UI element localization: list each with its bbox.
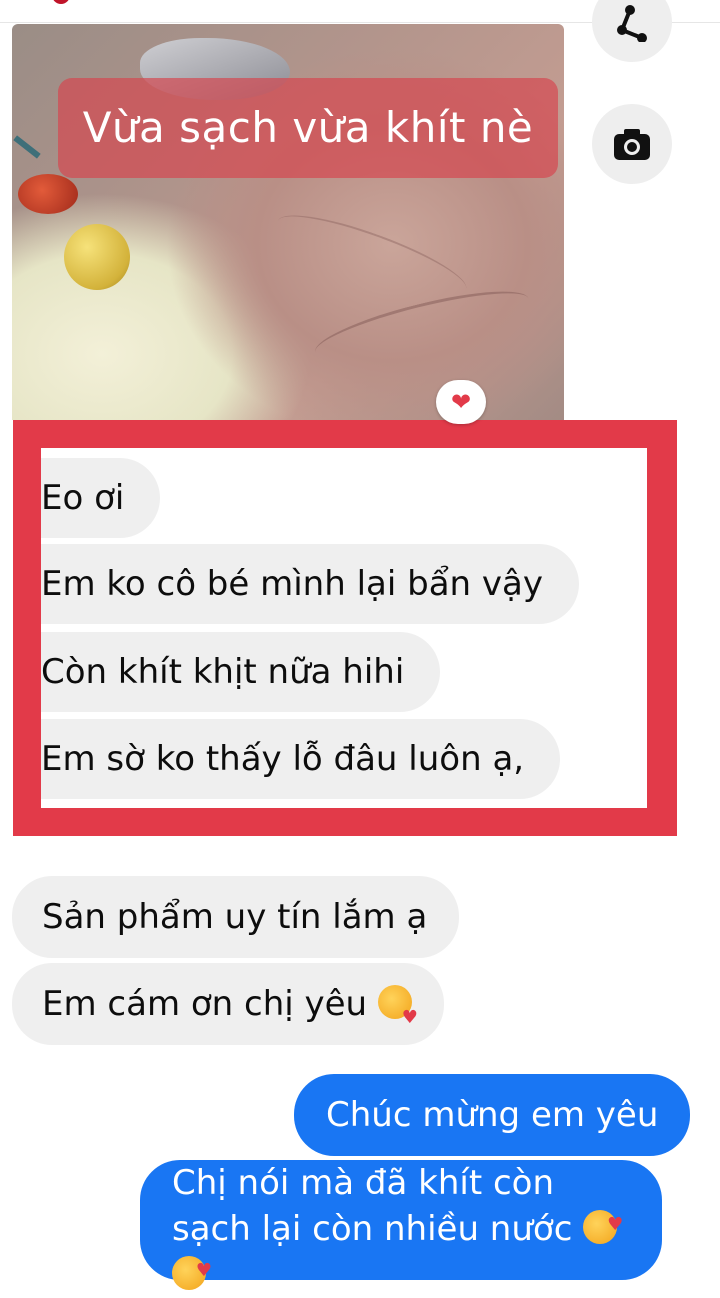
palm-line: [310, 278, 534, 373]
photo-caption: Vừa sạch vừa khít nè: [58, 78, 558, 178]
notification-dot: [52, 0, 70, 4]
outgoing-message-bubble[interactable]: Chị nói mà đã khít còn sạch lại còn nhiề…: [140, 1160, 662, 1294]
message-text: Em cám ơn chị yêu: [42, 984, 368, 1024]
message-bubble[interactable]: Eo ơi: [41, 458, 161, 538]
heart-reaction-icon[interactable]: ❤: [436, 380, 486, 424]
message-text: Chị nói mà đã khít còn sạch lại còn nhiề…: [172, 1163, 573, 1249]
message-bubble[interactable]: Sản phẩm uy tín lắm ạ: [12, 876, 460, 958]
message-text: Sản phẩm uy tín lắm ạ: [42, 897, 428, 937]
photo-red-ball: [18, 174, 78, 214]
highlighted-message-group: Eo ơi Em ko cô bé mình lại bẩn vậy Còn k…: [41, 448, 647, 808]
smiling-face-with-hearts-icon: [377, 977, 418, 1059]
highlight-frame: Eo ơi Em ko cô bé mình lại bẩn vậy Còn k…: [13, 420, 677, 836]
camera-button[interactable]: [592, 104, 672, 184]
message-bubble[interactable]: Em ko cô bé mình lại bẩn vậy: [41, 544, 579, 624]
message-bubble[interactable]: Còn khít khịt nữa hihi: [41, 632, 441, 712]
smiling-face-with-hearts-icon: [583, 1202, 623, 1248]
message-bubble[interactable]: Em cám ơn chị yêu: [12, 963, 444, 1059]
outgoing-message-bubble[interactable]: Chúc mừng em yêu: [294, 1074, 691, 1156]
photo-cord: [13, 135, 41, 159]
shared-photo[interactable]: Vừa sạch vừa khít nè: [12, 24, 564, 420]
message-text: Chúc mừng em yêu: [326, 1095, 659, 1135]
message-bubble[interactable]: Em sờ ko thấy lỗ đâu luôn ạ,: [41, 719, 561, 799]
share-button[interactable]: [592, 0, 672, 62]
palm-line: [270, 201, 474, 309]
smiling-face-with-hearts-icon: [172, 1248, 212, 1294]
photo-yellow-ball: [64, 224, 130, 290]
